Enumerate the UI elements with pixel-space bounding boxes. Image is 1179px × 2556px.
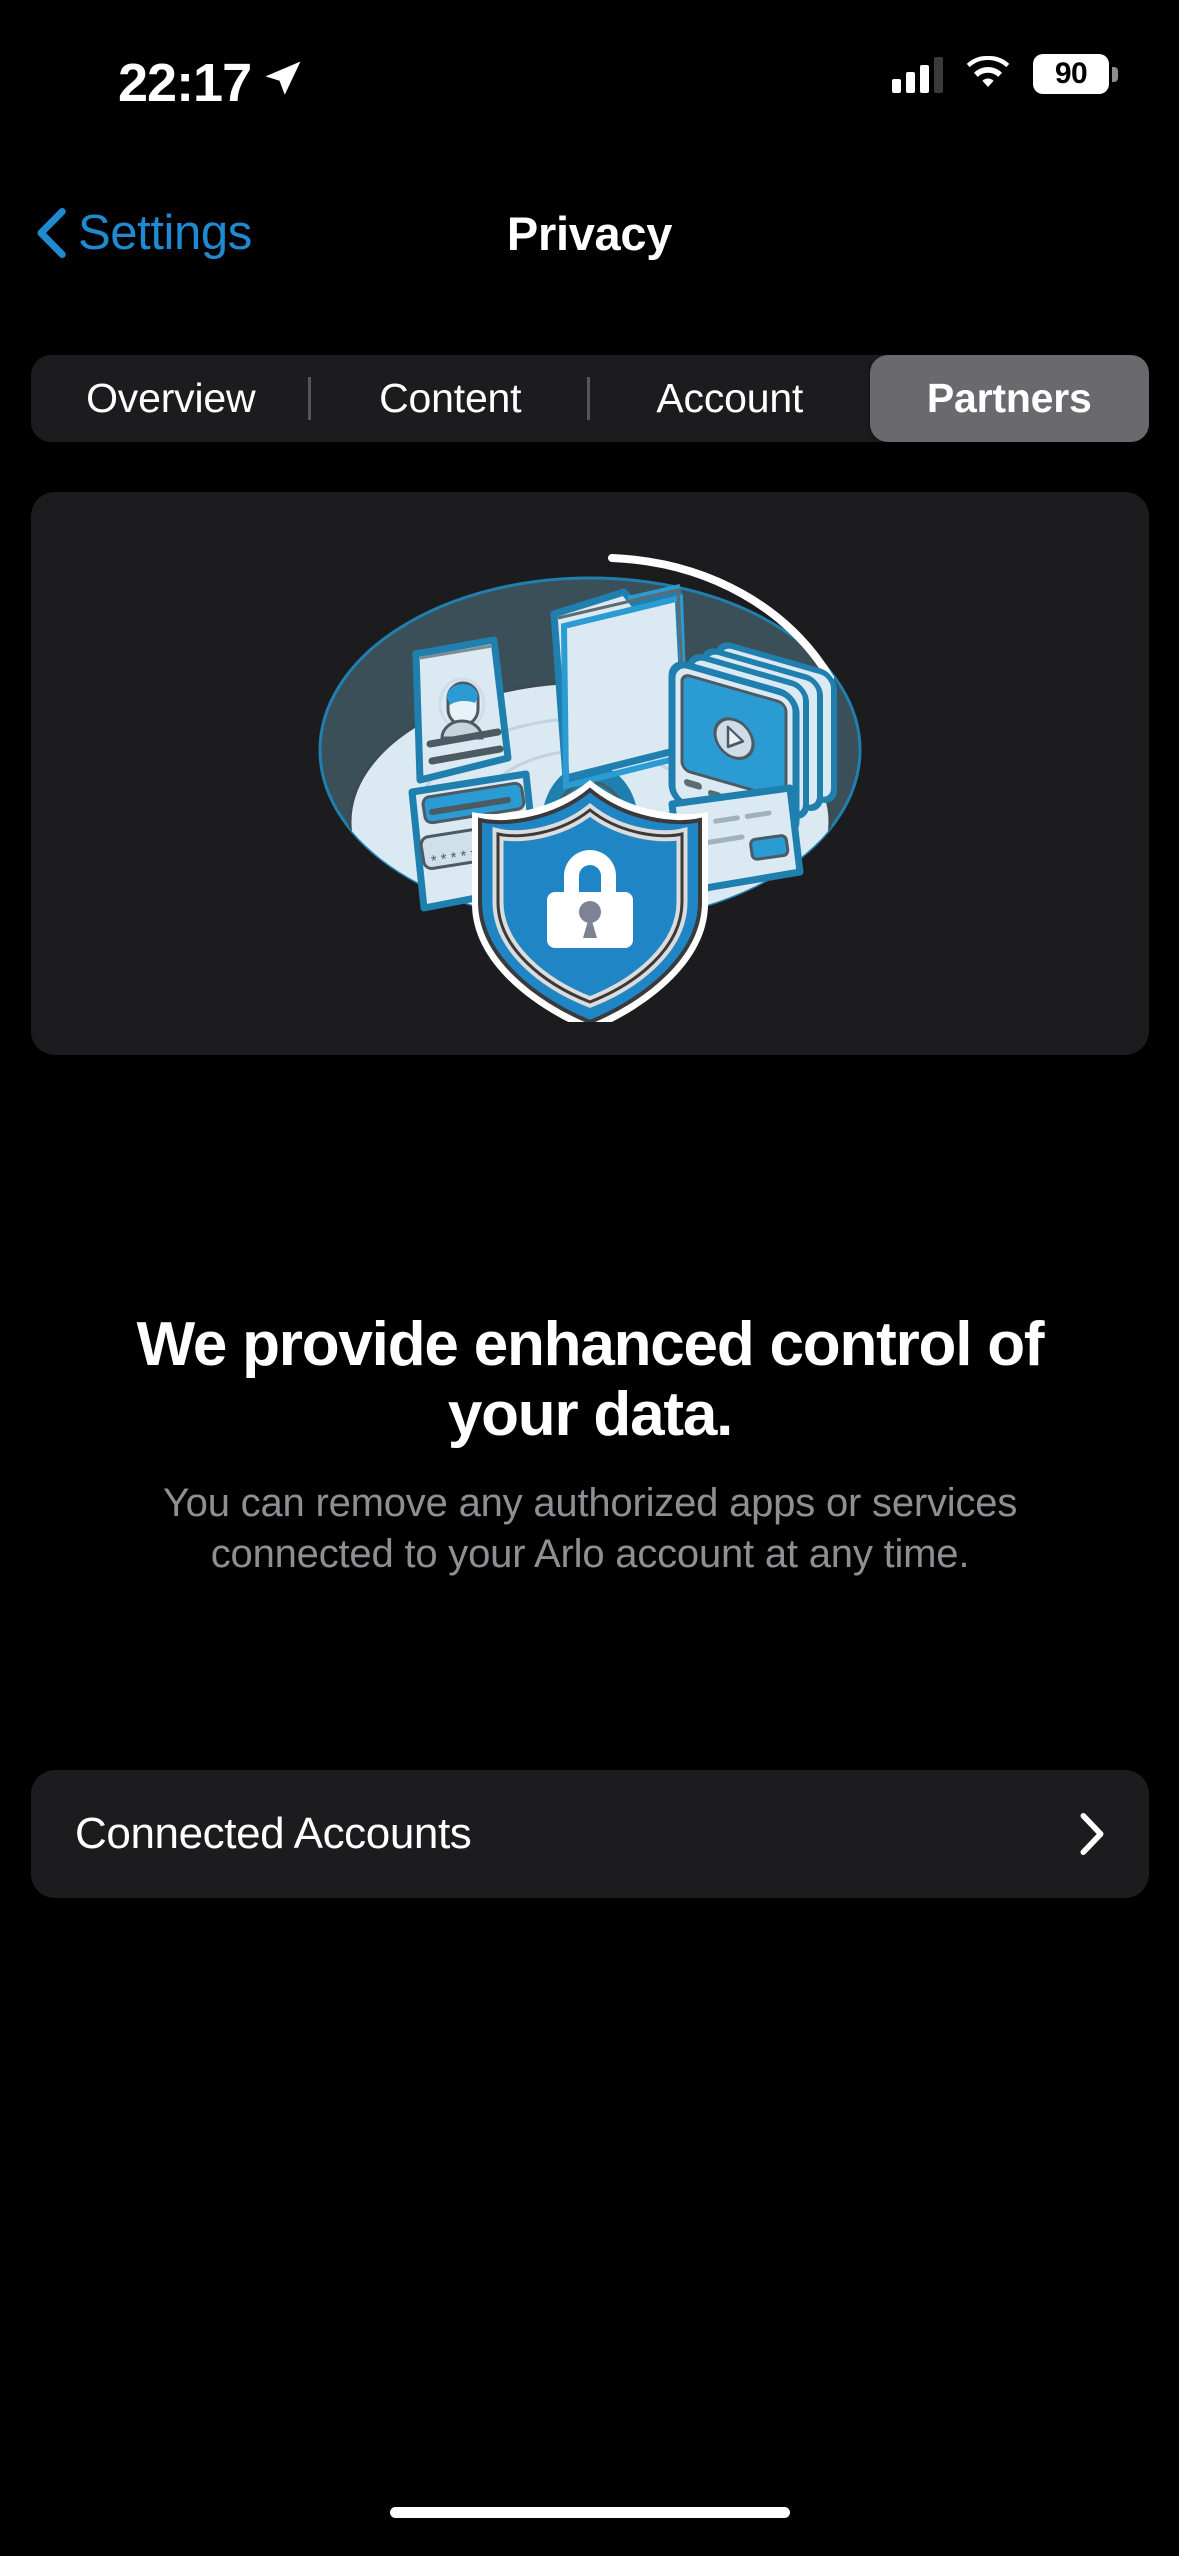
- tab-overview-label: Overview: [86, 375, 256, 421]
- tab-content-label: Content: [379, 375, 522, 421]
- battery-level: 90: [1054, 57, 1088, 90]
- status-bar-indicators: 90: [892, 54, 1118, 94]
- status-bar-time: 22:17: [118, 53, 252, 113]
- privacy-hero-card: * * * * *: [31, 492, 1149, 1055]
- tab-partners-label: Partners: [926, 375, 1092, 421]
- hero-text-block: We provide enhanced control of your data…: [31, 1310, 1149, 1580]
- shield-lock-icon: [472, 780, 708, 1022]
- connected-accounts-label: Connected Accounts: [75, 1809, 472, 1858]
- connected-accounts-row[interactable]: Connected Accounts: [31, 1770, 1149, 1898]
- folder-icon: [550, 584, 690, 790]
- tab-partners[interactable]: Partners: [869, 355, 1149, 442]
- status-bar: 22:17 90: [0, 0, 1179, 130]
- hero-body-text: You can remove any authorized apps or se…: [162, 1481, 1018, 1577]
- segmented-control: Overview Content Account Partners: [31, 355, 1149, 442]
- wifi-icon: [966, 56, 1010, 87]
- location-arrow-icon: [265, 61, 301, 95]
- cellular-bars-icon: [892, 55, 943, 93]
- tab-content[interactable]: Content: [311, 355, 590, 442]
- profile-card: [412, 636, 512, 784]
- illustration-container: * * * * *: [31, 492, 1149, 1022]
- page-title: Privacy: [506, 206, 673, 260]
- privacy-shield-illustration: * * * * *: [318, 554, 862, 1022]
- app-screen: 22:17 90 Settings Privacy Overview Conte…: [0, 0, 1179, 2556]
- chevron-right-icon: [1080, 1812, 1104, 1856]
- tab-overview[interactable]: Overview: [31, 355, 311, 442]
- tab-account[interactable]: Account: [590, 355, 870, 442]
- home-indicator: [389, 2507, 790, 2518]
- battery-icon: 90: [1033, 54, 1118, 94]
- tab-account-label: Account: [656, 375, 804, 421]
- hero-headline: We provide enhanced control of your data…: [136, 1310, 1045, 1450]
- navigation-bar: Settings Privacy: [0, 178, 1179, 288]
